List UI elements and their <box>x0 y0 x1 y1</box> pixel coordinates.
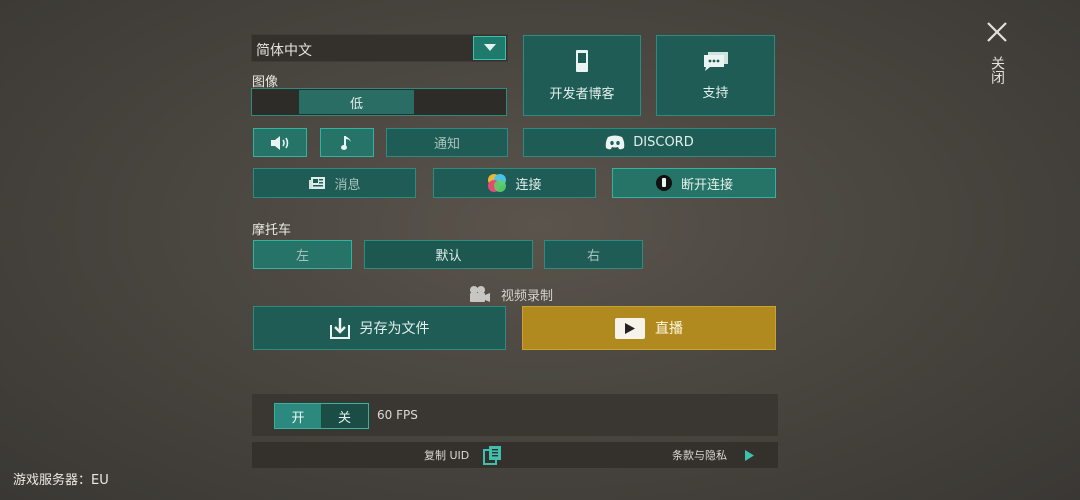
support-button[interactable]: 支持 <box>656 35 775 116</box>
fps-off-label: 关 <box>337 410 351 426</box>
close-icon <box>987 22 1007 42</box>
video-recording-label: 视频录制 <box>501 288 554 304</box>
notifications-button[interactable]: 通知 <box>386 128 508 157</box>
language-dropdown[interactable]: 简体中文 <box>251 34 508 62</box>
music-note-icon <box>341 135 351 150</box>
discord-icon <box>606 135 625 150</box>
disconnect-icon <box>655 175 672 191</box>
live-stream-label: 直播 <box>655 321 683 337</box>
fps-off-option[interactable]: 关 <box>321 404 368 428</box>
live-stream-button[interactable]: 直播 <box>522 306 776 350</box>
motorcycle-left-button[interactable]: 左 <box>253 240 352 269</box>
motorcycle-right-label: 右 <box>586 249 600 264</box>
video-camera-icon <box>470 286 490 302</box>
dev-blog-button[interactable]: 开发者博客 <box>523 35 641 116</box>
language-selected: 简体中文 <box>256 43 312 59</box>
sound-toggle[interactable] <box>253 128 307 157</box>
motorcycle-right-button[interactable]: 右 <box>544 240 643 269</box>
image-quality-selector[interactable]: 低 <box>251 88 507 116</box>
server-info: 游戏服务器：EU <box>13 473 109 488</box>
play-icon <box>615 317 645 339</box>
chat-icon <box>703 52 728 71</box>
copy-uid-button[interactable]: 复制 UID <box>424 444 503 466</box>
video-recording-heading: 视频录制 <box>469 284 553 304</box>
close-button[interactable]: 关闭 <box>984 22 1010 102</box>
phone-icon <box>576 50 588 72</box>
terms-privacy-label: 条款与隐私 <box>672 449 727 462</box>
discord-button[interactable]: DISCORD <box>523 128 776 157</box>
dev-blog-label: 开发者博客 <box>549 87 615 102</box>
fps-value: 60 FPS <box>377 408 418 422</box>
terms-privacy-link[interactable]: 条款与隐私 <box>672 444 754 466</box>
copy-icon <box>483 446 502 465</box>
fps-on-label: 开 <box>291 410 305 426</box>
disconnect-label: 断开连接 <box>680 177 733 193</box>
dropdown-arrow-button[interactable] <box>473 36 506 60</box>
connect-button[interactable]: 连接 <box>433 168 596 198</box>
motorcycle-label: 摩托车 <box>252 223 292 238</box>
connect-label: 连接 <box>515 177 542 193</box>
quality-low-option[interactable]: 低 <box>299 90 414 114</box>
notifications-label: 通知 <box>433 137 460 152</box>
fps-on-option[interactable]: 开 <box>275 404 321 428</box>
copy-uid-label: 复制 UID <box>424 449 470 462</box>
chevron-down-icon <box>483 44 496 51</box>
newspaper-icon <box>309 177 326 189</box>
disconnect-button[interactable]: 断开连接 <box>612 168 776 198</box>
save-as-file-label: 另存为文件 <box>359 321 430 337</box>
messages-label: 消息 <box>334 177 361 193</box>
support-label: 支持 <box>702 86 729 101</box>
messages-button[interactable]: 消息 <box>253 168 416 198</box>
motorcycle-default-label: 默认 <box>435 249 462 264</box>
motorcycle-default-button[interactable]: 默认 <box>364 240 533 269</box>
quality-low-label: 低 <box>349 96 363 112</box>
speaker-icon <box>271 135 289 150</box>
save-as-file-button[interactable]: 另存为文件 <box>253 306 506 350</box>
download-icon <box>329 318 350 339</box>
close-label: 关闭 <box>989 56 1005 84</box>
arrow-right-icon <box>745 449 754 461</box>
fps-toggle[interactable]: 开 关 <box>274 403 369 429</box>
discord-label: DISCORD <box>633 135 694 150</box>
music-toggle[interactable] <box>320 128 374 157</box>
game-center-icon <box>488 174 507 192</box>
motorcycle-left-label: 左 <box>295 249 309 264</box>
